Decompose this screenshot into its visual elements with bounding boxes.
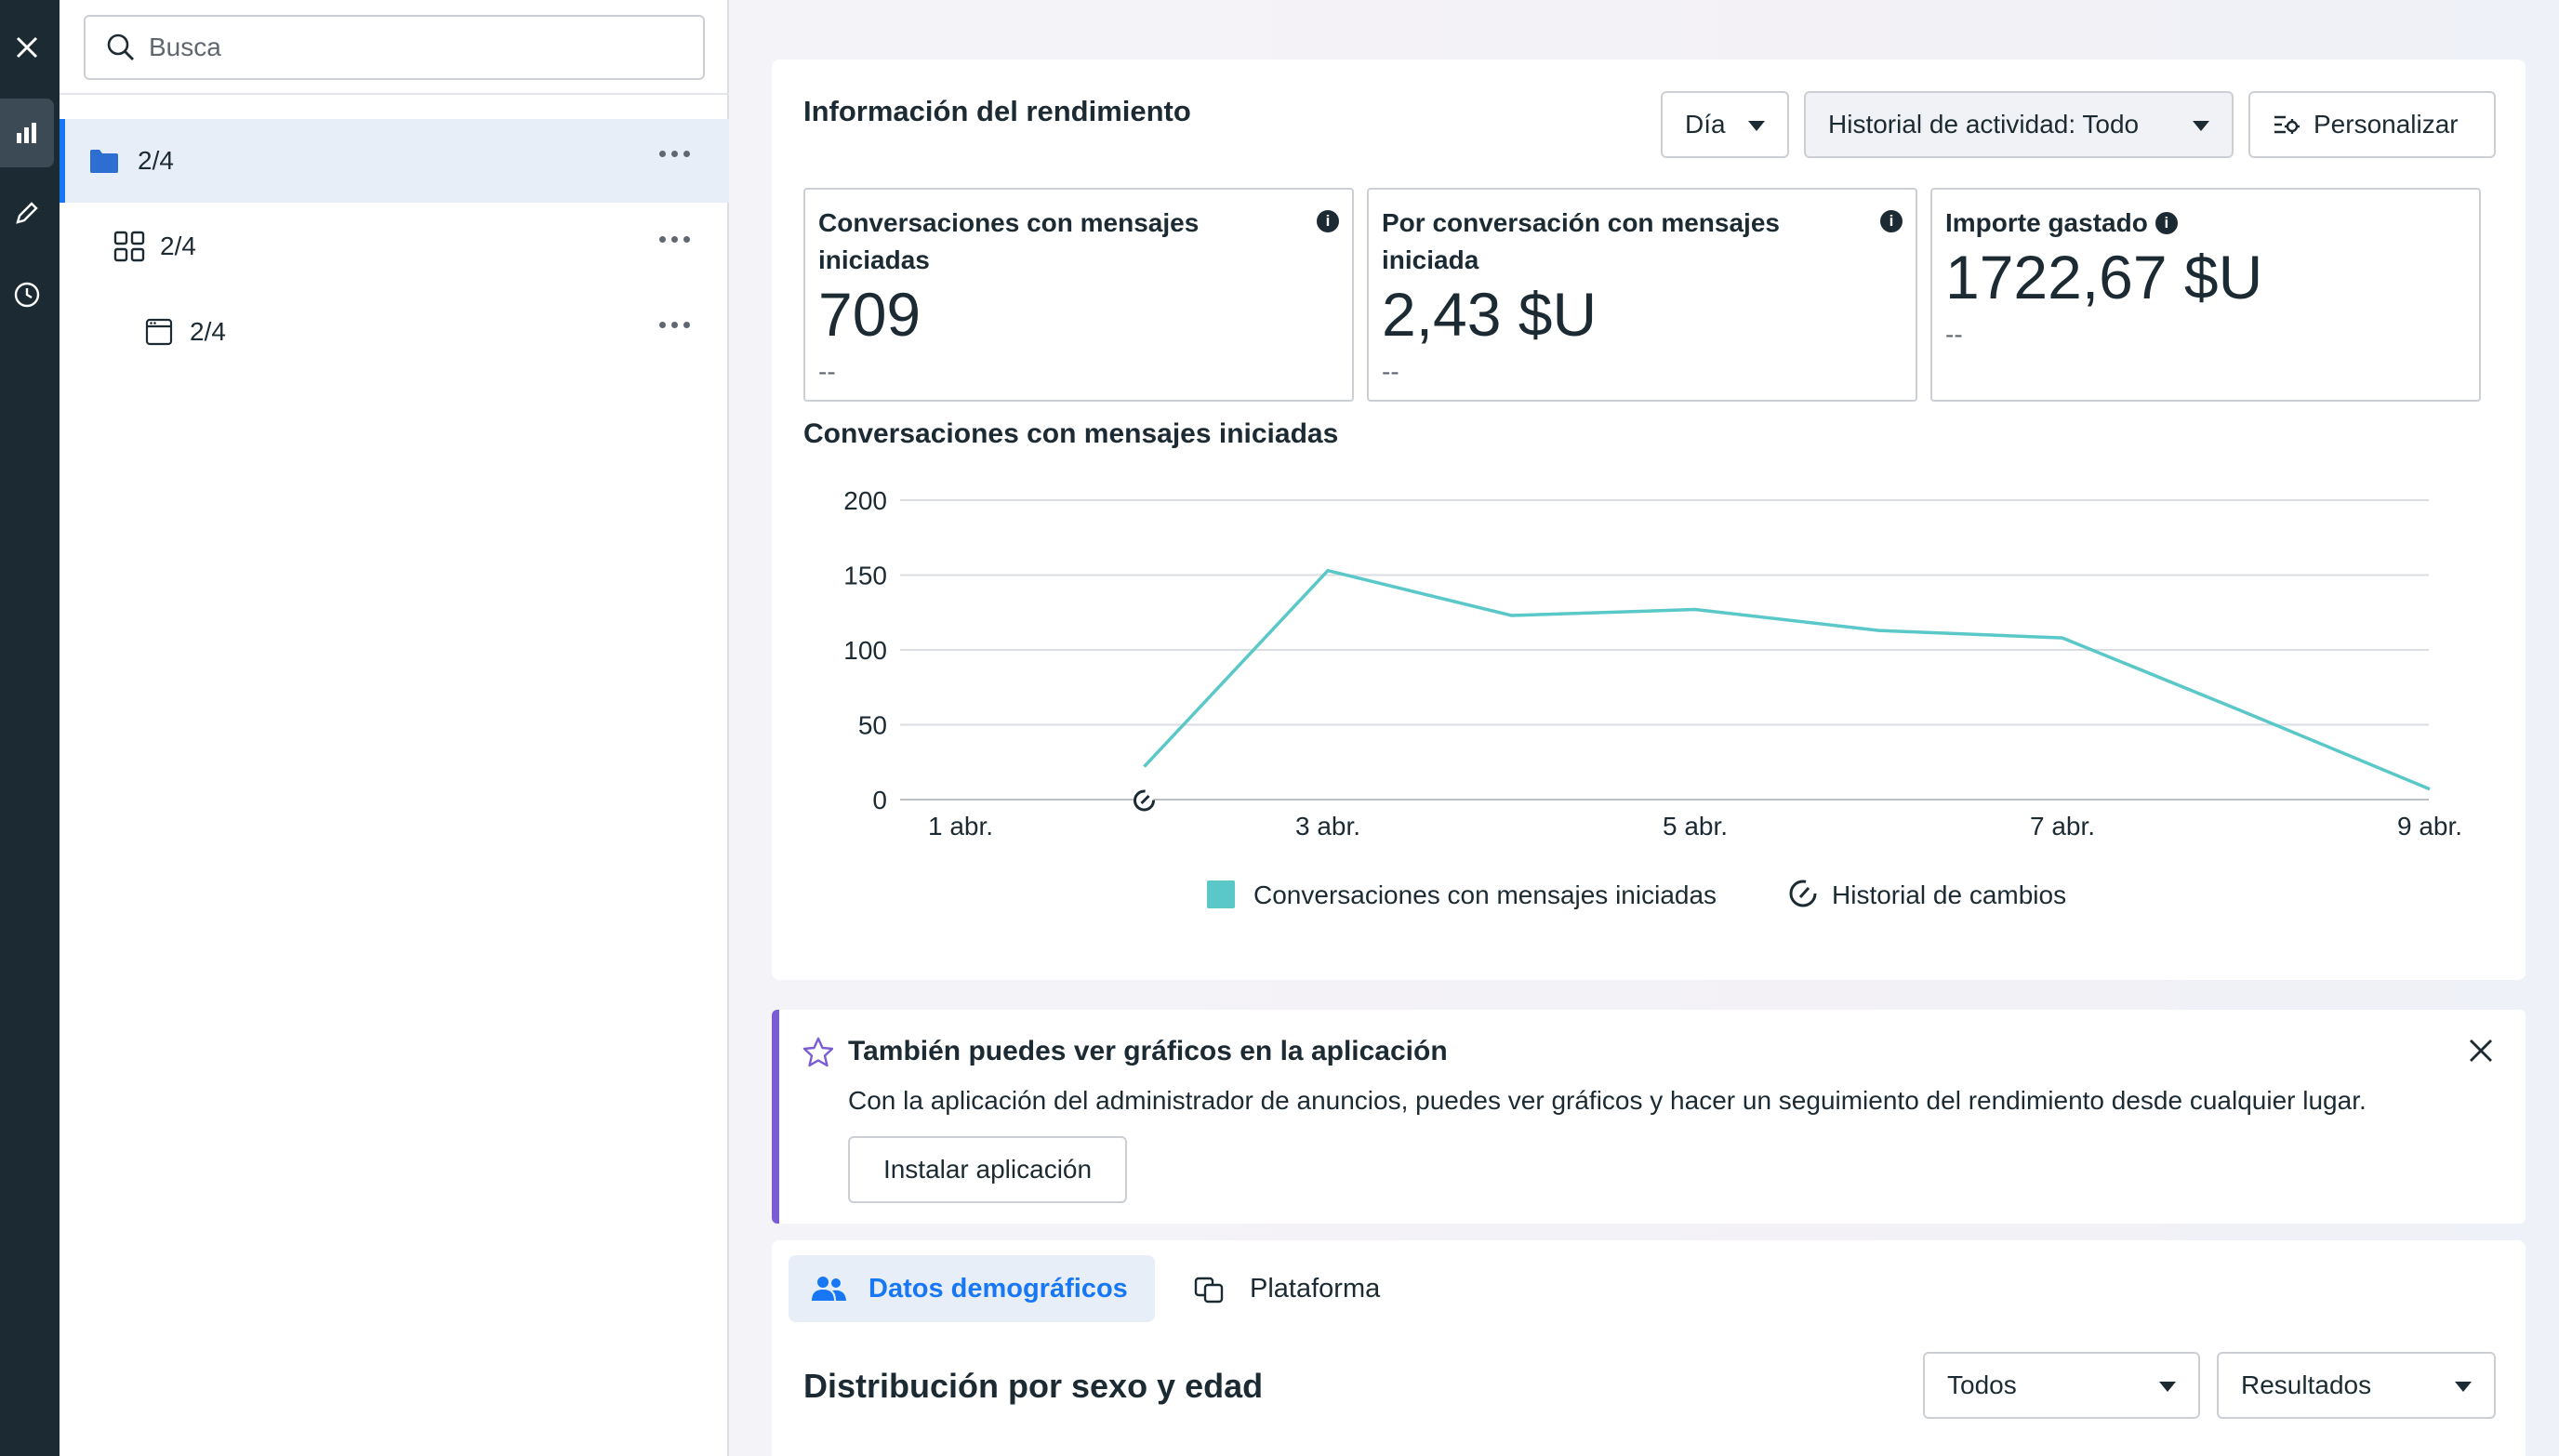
campaign-sidebar: 2/4 2/4 2/4 [60, 0, 729, 1456]
clock-icon[interactable] [0, 260, 54, 329]
gender-filter-label: Todos [1947, 1370, 2017, 1399]
legend-series-label: Conversaciones con mensajes iniciadas [1253, 880, 1717, 909]
banner-title: También puedes ver gráficos en la aplica… [848, 1036, 1448, 1066]
folder-icon [90, 150, 118, 173]
info-icon[interactable]: i [1880, 210, 1903, 232]
search-icon [107, 33, 134, 60]
change-marker-icon[interactable] [1134, 789, 1155, 812]
line-chart: 0 50 100 150 200 1 abr. 3 abr. 5 abr. 7 abr. 9 a… [843, 486, 2462, 909]
metric-label: Importe gastado [1945, 208, 2148, 237]
activity-history-dropdown[interactable]: Historial de actividad: Todo [1804, 91, 2234, 158]
platform-icon [1194, 1277, 1224, 1304]
customize-icon [2274, 115, 2300, 134]
tree-item-adset[interactable]: 2/4 [60, 205, 729, 288]
caret-down-icon [2159, 1382, 2176, 1392]
search-input[interactable] [149, 33, 670, 62]
metric-value: 709 [818, 280, 922, 349]
chart-icon[interactable] [0, 99, 54, 167]
customize-label: Personalizar [2314, 110, 2459, 139]
info-icon[interactable]: i [1317, 210, 1339, 232]
performance-title: Información del rendimiento [803, 95, 1191, 127]
x-tick-label: 9 abr. [2397, 812, 2462, 841]
metric-card-amount-spent: Importe gastado i 1722,67 $U -- [1930, 188, 2481, 402]
y-tick-label: 0 [872, 786, 887, 814]
app-promo-banner: También puedes ver gráficos en la aplica… [772, 1010, 2526, 1224]
banner-text: Con la aplicación del administrador de a… [848, 1086, 2367, 1115]
legend-changes-label: Historial de cambios [1832, 880, 2066, 909]
tree-item-campaign[interactable]: 2/4 [60, 119, 729, 203]
activity-history-label: Historial de actividad: Todo [1828, 110, 2140, 139]
info-icon[interactable]: i [2155, 212, 2178, 234]
more-options-icon[interactable] [659, 236, 690, 243]
x-tick-label: 7 abr. [2030, 812, 2095, 841]
install-app-button[interactable]: Instalar aplicación [848, 1136, 1127, 1203]
x-tick-label: 3 abr. [1295, 812, 1360, 841]
metric-label-row: Importe gastado i [1945, 205, 2178, 242]
series-line [1143, 568, 2431, 791]
metric-compare: -- [1945, 320, 1963, 349]
metric-label: Por conversación con mensajes iniciada [1382, 208, 1780, 274]
search-box[interactable] [84, 15, 705, 80]
tab-demographics[interactable]: Datos demográficos [789, 1255, 1155, 1322]
sidebar-divider [60, 93, 729, 95]
y-tick-label: 50 [858, 711, 887, 740]
metric-label: Conversaciones con mensajes iniciadas [818, 208, 1200, 274]
metric-card-conversations: Conversaciones con mensajes iniciadas i … [803, 188, 1354, 402]
tab-demographics-label: Datos demográficos [868, 1273, 1128, 1304]
y-tick-label: 100 [843, 636, 887, 665]
metric-card-cost-per-conversation: Por conversación con mensajes iniciada i… [1367, 188, 1917, 402]
metric-value: 1722,67 $U [1945, 243, 2263, 311]
y-tick-label: 200 [843, 486, 887, 515]
metric-value: 2,43 $U [1382, 280, 1598, 349]
close-icon[interactable] [2468, 1038, 2494, 1064]
tab-platform[interactable]: Plataforma [1194, 1255, 1380, 1322]
more-options-icon[interactable] [659, 322, 690, 328]
close-icon[interactable] [0, 13, 54, 82]
tree-item-label: 2/4 [190, 317, 226, 346]
more-options-icon[interactable] [659, 151, 690, 157]
star-icon [802, 1037, 834, 1067]
icon-rail [0, 0, 60, 1456]
tree-item-ad[interactable]: 2/4 [60, 290, 729, 374]
chart-title: Conversaciones con mensajes iniciadas [803, 418, 1339, 449]
y-tick-label: 150 [843, 562, 887, 590]
day-dropdown-label: Día [1685, 110, 1726, 139]
results-filter-label: Resultados [2241, 1370, 2372, 1399]
people-icon [812, 1277, 846, 1301]
tab-platform-label: Plataforma [1250, 1273, 1381, 1304]
grid-icon [113, 231, 145, 262]
tree-item-label: 2/4 [138, 146, 174, 175]
customize-button[interactable]: Personalizar [2248, 91, 2496, 158]
tree-item-label: 2/4 [160, 232, 196, 260]
pencil-icon[interactable] [0, 179, 54, 247]
metric-compare: -- [818, 357, 836, 386]
change-history-icon [1789, 880, 1817, 907]
day-dropdown[interactable]: Día [1661, 91, 1789, 158]
demographics-title: Distribución por sexo y edad [803, 1367, 1264, 1405]
legend-swatch [1207, 880, 1235, 908]
x-tick-label: 1 abr. [928, 812, 993, 841]
ad-icon [145, 318, 173, 346]
caret-down-icon [2455, 1382, 2472, 1392]
x-tick-label: 5 abr. [1663, 812, 1728, 841]
caret-down-icon [1748, 121, 1765, 131]
caret-down-icon [2193, 121, 2209, 131]
results-filter-dropdown[interactable]: Resultados [2217, 1352, 2496, 1419]
metric-compare: -- [1382, 357, 1399, 386]
gender-filter-dropdown[interactable]: Todos [1923, 1352, 2200, 1419]
